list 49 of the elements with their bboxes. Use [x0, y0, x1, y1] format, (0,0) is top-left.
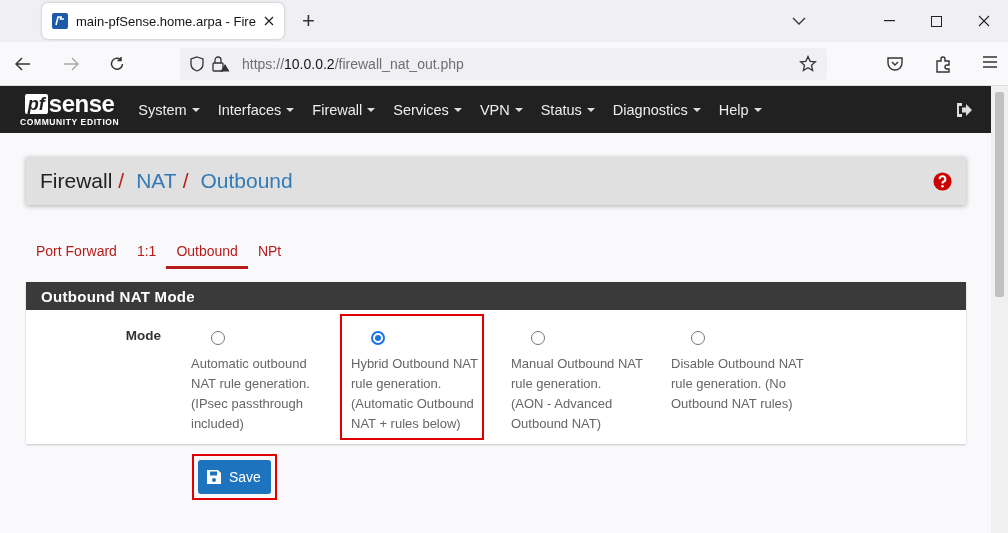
- lock-warning-icon[interactable]: [212, 55, 230, 72]
- nav-menu[interactable]: Status: [540, 101, 595, 118]
- tab[interactable]: NPt: [247, 231, 292, 269]
- nav-menu[interactable]: Services: [393, 101, 462, 118]
- browser-tab[interactable]: main-pfSense.home.arpa - Fire: [42, 3, 284, 39]
- field-label: Mode: [124, 327, 161, 345]
- pfsense-logo[interactable]: pf sense COMMUNITY EDITION: [20, 92, 120, 127]
- star-icon[interactable]: [799, 54, 817, 73]
- new-tab-button[interactable]: +: [297, 8, 319, 34]
- radio-button[interactable]: [211, 331, 225, 345]
- tab[interactable]: 1:1: [126, 231, 167, 269]
- logout-icon[interactable]: [955, 101, 973, 118]
- breadcrumb-title: Firewall: [40, 169, 113, 193]
- nav-menu[interactable]: Help: [718, 101, 762, 118]
- tab[interactable]: Outbound: [166, 231, 248, 269]
- nav-menu[interactable]: VPN: [479, 101, 523, 118]
- option-label: Automatic outbound NAT rule generation. (IPsec passthrough included): [191, 355, 311, 433]
- scrollbar[interactable]: [991, 86, 1008, 533]
- radio-button[interactable]: [531, 331, 545, 345]
- maximize-icon[interactable]: [931, 15, 942, 27]
- shield-icon[interactable]: [190, 55, 204, 72]
- url-text[interactable]: https://10.0.0.2/firewall_nat_out.php: [242, 55, 464, 72]
- save-icon: [206, 469, 222, 485]
- nav-menu[interactable]: Interfaces: [217, 101, 295, 118]
- nav-menu[interactable]: System: [138, 101, 200, 118]
- back-icon[interactable]: [15, 56, 31, 71]
- tab-list-icon[interactable]: [792, 17, 806, 25]
- radio-button[interactable]: [371, 331, 385, 345]
- menu-icon[interactable]: [982, 54, 998, 69]
- minimize-icon[interactable]: [884, 20, 895, 22]
- help-icon[interactable]: [933, 171, 952, 191]
- close-icon[interactable]: [263, 16, 274, 26]
- panel-heading: Outbound NAT Mode: [26, 282, 966, 310]
- breadcrumb-separator: /: [118, 169, 125, 193]
- tab-title: main-pfSense.home.arpa - Fire: [76, 13, 256, 29]
- tab[interactable]: Port Forward: [26, 231, 127, 269]
- pocket-icon[interactable]: [886, 54, 904, 73]
- reload-icon[interactable]: [109, 55, 125, 72]
- breadcrumb-separator: /: [182, 169, 189, 193]
- puzzle-icon[interactable]: [934, 54, 952, 73]
- option-label: Manual Outbound NAT rule generation. (AON - Advanced Outbound NAT): [511, 355, 641, 433]
- close-icon[interactable]: [978, 15, 990, 27]
- radio-button[interactable]: [691, 331, 705, 345]
- save-button[interactable]: Save: [198, 460, 271, 494]
- option-label: Hybrid Outbound NAT rule generation. (Automatic Outbound NAT + rules below): [351, 355, 479, 433]
- site-icon: [52, 13, 68, 29]
- breadcrumb-link[interactable]: Outbound: [200, 169, 293, 193]
- nav-menu[interactable]: Firewall: [312, 101, 376, 118]
- nav-menu[interactable]: Diagnostics: [612, 101, 701, 118]
